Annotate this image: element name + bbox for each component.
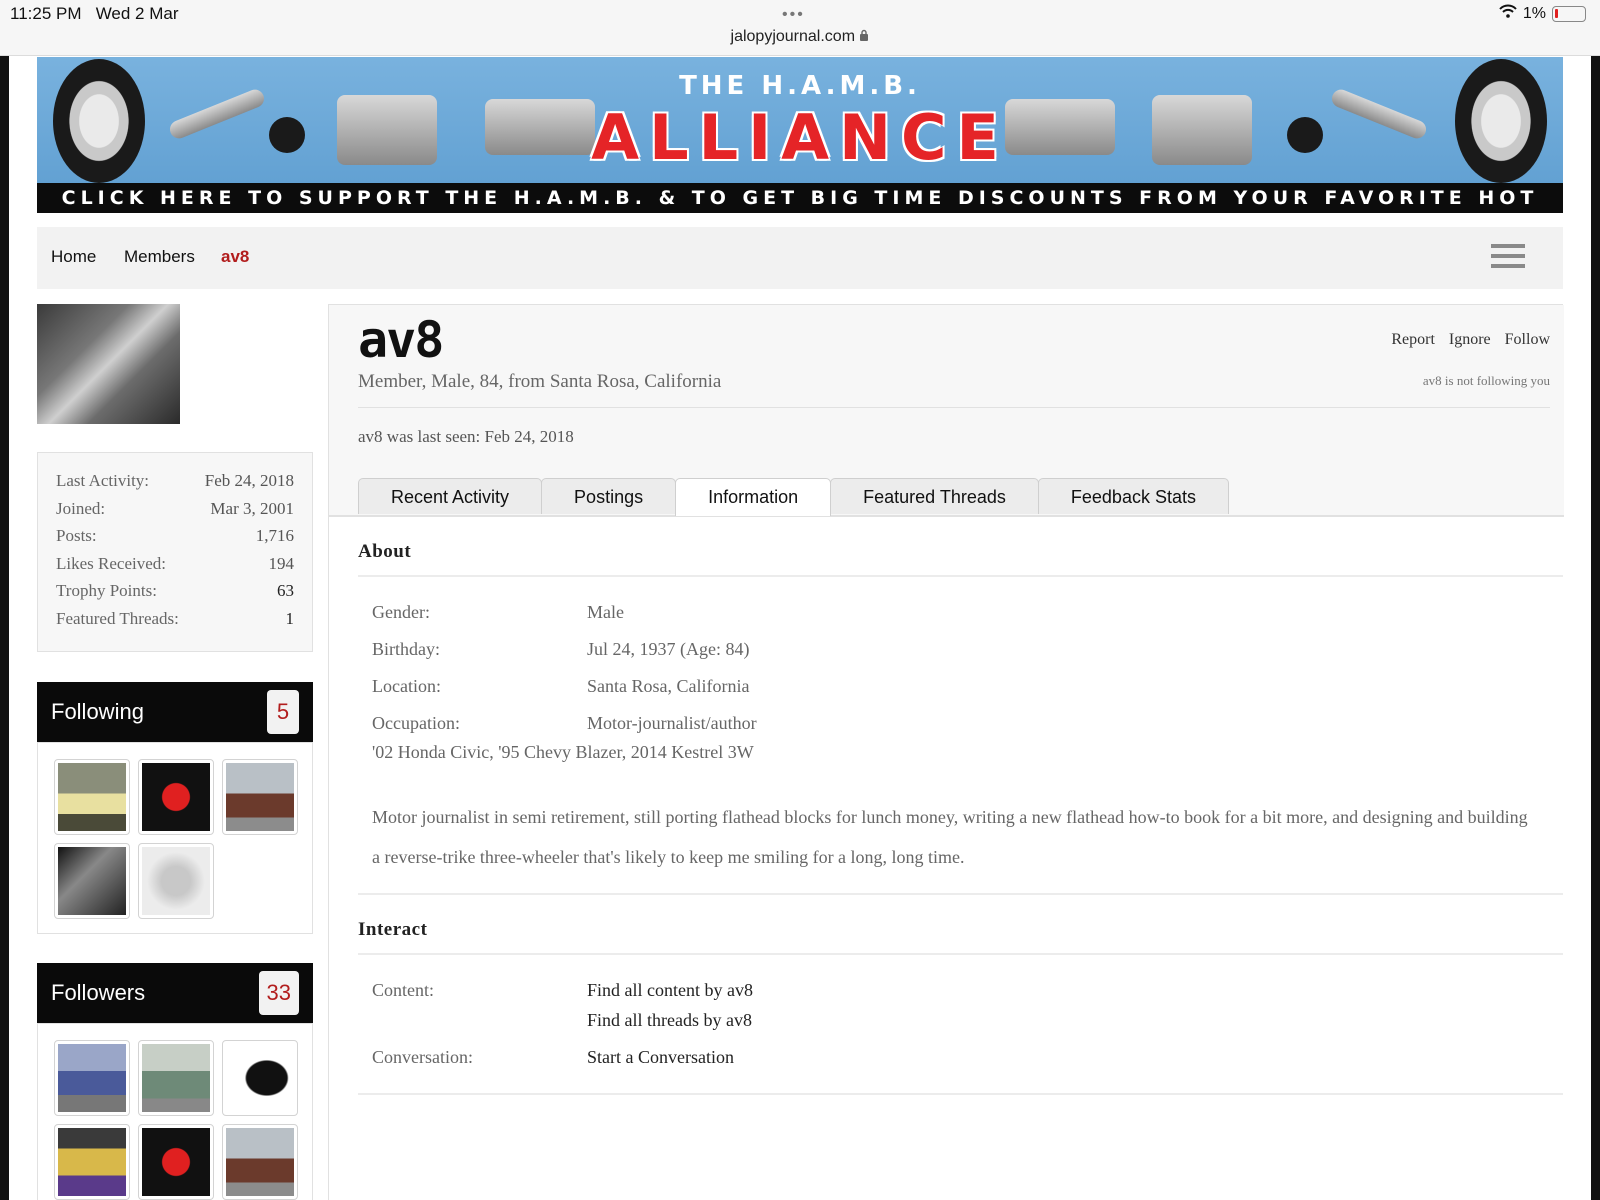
divider [358,893,1563,895]
battery-icon [1552,5,1586,22]
banner-tagline: CLICK HERE TO SUPPORT THE H.A.M.B. & TO … [37,183,1563,213]
stat-row: Last Activity: Feb 24, 2018 [56,471,294,499]
tab-information[interactable]: Information [675,478,832,516]
lock-icon [859,28,869,45]
last-seen: av8 was last seen: Feb 24, 2018 [358,427,574,446]
conversation-label: Conversation: [372,1047,473,1067]
birthday-value: Jul 24, 1937 (Age: 84) [587,639,750,659]
report-link[interactable]: Report [1391,331,1435,349]
stat-value[interactable]: 1,716 [256,526,294,554]
followers-list [37,1023,313,1200]
gender-label: Gender: [372,602,430,622]
location-value[interactable]: Santa Rosa, California [587,676,749,697]
follower-avatar[interactable] [222,1040,298,1116]
nav-home[interactable]: Home [51,247,96,267]
stat-row: Posts: 1,716 [56,526,294,554]
breadcrumb-nav: Home Members av8 [37,227,1563,289]
divider [358,1093,1563,1095]
bio-text: Motor journalist in semi retirement, sti… [372,807,1528,867]
tab-recent-activity[interactable]: Recent Activity [358,478,543,514]
divider [358,407,1550,408]
following-avatar[interactable] [138,843,214,919]
follower-avatar[interactable] [54,1040,130,1116]
user-blurb: Member, Male, 84, from Santa Rosa, Calif… [358,371,722,392]
tab-feedback-stats[interactable]: Feedback Stats [1037,478,1229,514]
profile-header: av8 Member, Male, 84, from Santa Rosa, C… [329,305,1564,517]
stat-value[interactable]: 1 [286,609,295,637]
nav-current-user[interactable]: av8 [221,247,249,267]
stat-value: Mar 3, 2001 [210,498,294,518]
stat-label: Trophy Points: [56,581,157,600]
battery-percent: 1% [1522,4,1546,22]
avatar[interactable] [37,304,180,424]
gender-value: Male [587,602,624,622]
follower-avatar[interactable] [54,1124,130,1200]
following-avatar[interactable] [138,759,214,835]
alliance-banner[interactable]: THE H.A.M.B. ALLIANCE CLICK HERE TO SUPP… [37,57,1563,213]
following-avatar[interactable] [222,759,298,835]
birthday-label: Birthday: [372,639,440,659]
banner-subtitle: THE H.A.M.B. [679,71,921,101]
stat-label: Featured Threads: [56,608,179,628]
status-time: 11:25 PM Wed 2 Mar [10,4,179,23]
tab-postings[interactable]: Postings [541,478,677,514]
interact-heading: Interact [358,919,428,940]
stat-label: Likes Received: [56,553,166,573]
follower-avatar[interactable] [138,1040,214,1116]
find-content-link[interactable]: Find all content by av8 [587,980,753,1001]
status-right: 1% [1499,4,1586,23]
location-label: Location: [372,676,441,696]
wifi-icon [1499,4,1517,23]
menu-icon[interactable] [1491,244,1525,270]
about-heading: About [358,541,412,562]
member-stats: Last Activity: Feb 24, 2018 Joined: Mar 3,… [37,452,313,652]
followers-title: Followers [51,980,146,1005]
follower-avatar[interactable] [222,1124,298,1200]
nav-members[interactable]: Members [124,247,195,267]
ignore-link[interactable]: Ignore [1449,331,1491,349]
find-threads-link[interactable]: Find all threads by av8 [587,1010,752,1031]
following-avatar[interactable] [54,759,130,835]
follow-link[interactable]: Follow [1505,331,1550,349]
divider [358,575,1563,577]
page-edge [0,56,9,1200]
vehicles-text: '02 Honda Civic, '95 Chevy Blazer, 2014 … [372,742,754,762]
tab-featured-threads[interactable]: Featured Threads [830,478,1039,514]
follow-status: av8 is not following you [1422,373,1550,388]
following-header: Following 5 [37,682,313,742]
following-count[interactable]: 5 [267,690,299,734]
stat-row: Joined: Mar 3, 2001 [56,499,294,527]
following-list [37,742,313,934]
multitask-dots-icon[interactable]: ••• [782,6,805,24]
page-edge [1591,56,1600,1200]
stat-value: 194 [268,553,295,573]
following-avatar[interactable] [54,843,130,919]
following-title: Following [51,699,144,724]
stat-value[interactable]: 63 [277,581,294,609]
profile-tabs: Recent Activity Postings Information Fea… [358,478,1229,516]
stat-row: Trophy Points: 63 [56,581,294,609]
page-title: av8 [358,311,444,369]
content-label: Content: [372,980,434,1000]
occupation-label: Occupation: [372,713,460,733]
stat-label: Posts: [56,526,97,545]
url-text: jalopyjournal.com [730,28,856,45]
occupation-value: Motor-journalist/author [587,713,757,733]
status-bar: 11:25 PM Wed 2 Mar ••• jalopyjournal.com… [0,0,1600,56]
profile-main: av8 Member, Male, 84, from Santa Rosa, C… [328,304,1564,1200]
url-bar[interactable]: jalopyjournal.com [0,28,1600,46]
stat-value: Feb 24, 2018 [204,471,294,490]
profile-actions: Report Ignore Follow [1391,331,1550,349]
stat-label: Joined: [56,498,106,518]
follower-avatar[interactable] [138,1124,214,1200]
banner-title: ALLIANCE [591,101,1009,174]
followers-count[interactable]: 33 [258,971,299,1015]
divider [358,953,1563,955]
start-conversation-link[interactable]: Start a Conversation [587,1047,734,1068]
stat-row: Likes Received: 194 [56,554,294,582]
followers-header: Followers 33 [37,963,313,1023]
stat-label: Last Activity: [56,471,150,490]
stat-row: Featured Threads: 1 [56,609,294,637]
